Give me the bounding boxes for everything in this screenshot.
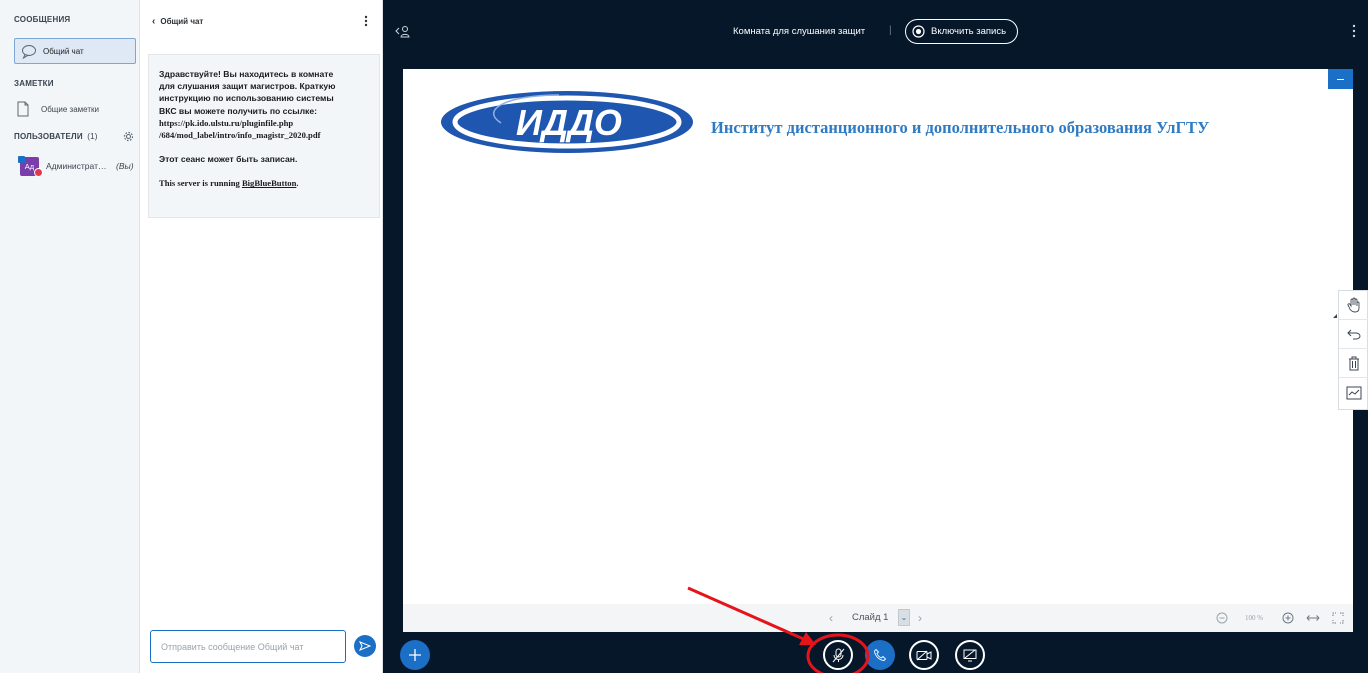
screen-share-off-icon — [963, 649, 977, 662]
zoom-level: 100 % — [1245, 614, 1264, 622]
welcome-line: Здравствуйте! Вы находитесь в комнате — [159, 69, 334, 79]
chat-panel: ‹ Общий чат Здравствуйте! Вы находитесь … — [140, 0, 383, 673]
muted-mic-badge — [34, 168, 43, 177]
unmute-microphone-button[interactable] — [823, 640, 853, 670]
muted-microphone-icon — [832, 648, 845, 663]
room-title: Комната для слушания защит — [733, 26, 866, 37]
bigbluebutton-link[interactable]: BigBlueButton — [242, 178, 296, 188]
user-you-label: (Вы) — [116, 161, 134, 171]
whiteboard-icon — [1346, 386, 1362, 399]
zoom-in-icon[interactable] — [1282, 612, 1294, 624]
notes-section-title: ЗАМЕТКИ — [14, 79, 54, 88]
clear-button[interactable] — [1339, 349, 1368, 378]
send-icon — [359, 641, 371, 651]
presentation-slide[interactable]: ИДДО Институт дистанционного и дополните… — [403, 69, 1353, 632]
toolbar-collapse-arrow[interactable] — [1333, 314, 1337, 318]
user-name: Администрат… — [46, 161, 107, 171]
chat-bubble-icon — [22, 45, 36, 59]
chat-input-placeholder: Отправить сообщение Общий чат — [161, 641, 304, 652]
chat-title: Общий чат — [160, 17, 204, 26]
leave-audio-button[interactable] — [865, 640, 895, 670]
avatar-initials: Ад — [24, 162, 35, 171]
welcome-line: для слушания защит магистров. Краткую — [159, 81, 336, 92]
chat-back-button[interactable]: ‹ Общий чат — [152, 16, 203, 27]
toggle-user-list-icon[interactable] — [395, 24, 411, 38]
record-icon — [912, 25, 925, 38]
slide-select-dropdown[interactable]: ⌄ — [898, 609, 910, 626]
user-list-item[interactable]: Ад Администрат… (Вы) — [18, 156, 136, 178]
logo-text: ИДДО — [516, 102, 622, 143]
zoom-out-icon[interactable] — [1216, 612, 1228, 624]
multi-user-whiteboard-button[interactable] — [1339, 378, 1368, 407]
users-section-title: ПОЛЬЗОВАТЕЛИ (1) — [14, 132, 98, 141]
welcome-line: ВКС вы можете получить по ссылке: — [159, 105, 317, 116]
top-bar: Комната для слушания защит | Включить за… — [383, 12, 1368, 52]
shared-notes-label: Общие заметки — [41, 104, 99, 114]
gear-icon[interactable] — [123, 131, 134, 142]
hand-tool-button[interactable] — [1339, 291, 1368, 320]
institute-title: Институт дистанционного и дополнительног… — [711, 118, 1210, 137]
server-notice: This server is running BigBlueButton. — [159, 177, 369, 189]
options-menu-icon[interactable] — [1352, 24, 1356, 38]
undo-button[interactable] — [1339, 320, 1368, 349]
server-prefix: This server is running — [159, 178, 242, 189]
server-suffix: . — [296, 178, 299, 189]
hand-icon — [1347, 297, 1360, 313]
welcome-message: Здравствуйте! Вы находитесь в комнате дл… — [148, 54, 380, 218]
fullscreen-icon[interactable] — [1332, 612, 1344, 624]
slide-number-label: Слайд 1 — [852, 612, 889, 623]
presenter-badge — [18, 156, 25, 163]
fit-width-icon[interactable] — [1306, 614, 1320, 622]
public-chat-button[interactable]: Общий чат — [14, 38, 136, 64]
minimize-presentation-button[interactable] — [1328, 69, 1353, 89]
record-label: Включить запись — [931, 26, 1007, 37]
plus-icon — [409, 649, 421, 661]
welcome-link-line[interactable]: /684/mod_label/intro/info_magistr_2020.p… — [159, 129, 369, 141]
chevron-down-icon: ⌄ — [900, 613, 908, 622]
send-button[interactable] — [354, 635, 376, 657]
welcome-line: инструкцию по использованию системы — [159, 93, 334, 104]
share-screen-button[interactable] — [955, 640, 985, 670]
recording-notice: Этот сеанс может быть записан. — [159, 154, 298, 165]
users-count: (1) — [87, 132, 98, 141]
chat-message-input[interactable]: Отправить сообщение Общий чат — [150, 630, 346, 663]
minus-icon — [1337, 78, 1344, 80]
title-separator: | — [889, 25, 892, 36]
left-sidebar: СООБЩЕНИЯ Общий чат ЗАМЕТКИ Общие заметк… — [0, 0, 140, 673]
previous-slide-button[interactable]: ‹ — [829, 611, 833, 625]
messages-section-title: СООБЩЕНИЯ — [14, 15, 71, 24]
undo-icon — [1347, 329, 1361, 340]
slide-controls-bar: ‹ Слайд 1 ⌄ › 100 % — [403, 604, 1353, 632]
more-options-icon[interactable] — [364, 15, 368, 27]
record-button[interactable]: Включить запись — [905, 19, 1018, 44]
camera-off-icon — [916, 650, 932, 661]
actions-plus-button[interactable] — [400, 640, 430, 670]
public-chat-label: Общий чат — [43, 47, 84, 56]
chevron-left-icon: ‹ — [152, 16, 156, 27]
welcome-link-line[interactable]: https://pk.ido.ulstu.ru/pluginfile.php — [159, 117, 369, 129]
shared-notes-item[interactable]: Общие заметки — [16, 101, 99, 117]
document-icon — [17, 101, 29, 117]
phone-icon — [874, 648, 887, 661]
share-webcam-button[interactable] — [909, 640, 939, 670]
next-slide-button[interactable]: › — [918, 611, 922, 625]
trash-icon — [1349, 356, 1359, 370]
iddo-logo: ИДДО — [441, 91, 693, 153]
users-title-text: ПОЛЬЗОВАТЕЛИ — [14, 132, 83, 141]
whiteboard-toolbar — [1338, 290, 1368, 410]
main-area: Комната для слушания защит | Включить за… — [383, 0, 1368, 673]
